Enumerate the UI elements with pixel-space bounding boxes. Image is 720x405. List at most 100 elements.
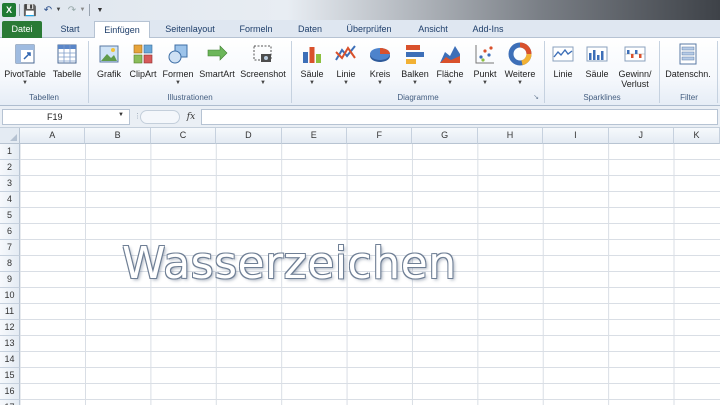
weitere-label: Weitere <box>504 69 536 79</box>
row-header[interactable]: 17 <box>0 400 20 405</box>
column-header[interactable]: B <box>85 128 151 144</box>
redo-dropdown-icon[interactable]: ▼ <box>79 2 86 18</box>
chevron-down-icon: ▼ <box>22 80 28 86</box>
weitere-chart-button[interactable]: Weitere ▼ <box>502 40 538 92</box>
saeule-chart-button[interactable]: Säule ▼ <box>294 40 330 92</box>
grip-icon[interactable]: ⋮ <box>134 111 141 123</box>
ribbon: PivotTable ▼ Tabelle Tabellen Grafik Cli… <box>0 38 720 106</box>
smartart-button[interactable]: SmartArt <box>196 40 238 92</box>
row-header[interactable]: 13 <box>0 336 20 352</box>
chevron-down-icon: ▼ <box>447 80 453 86</box>
tab-ueberpruefen[interactable]: Überprüfen <box>338 21 400 38</box>
balken-label: Balken <box>401 69 429 79</box>
row-header[interactable]: 12 <box>0 320 20 336</box>
customize-quick-access-icon[interactable]: ▼ <box>96 2 104 18</box>
tab-datei[interactable]: Datei <box>2 21 42 38</box>
column-header[interactable]: G <box>412 128 478 144</box>
column-header[interactable]: D <box>216 128 282 144</box>
column-header[interactable]: F <box>347 128 413 144</box>
row-header[interactable]: 10 <box>0 288 20 304</box>
tabelle-button[interactable]: Tabelle <box>48 40 86 92</box>
chevron-down-icon: ▼ <box>175 80 181 86</box>
sparkline-gewinn-label: Gewinn/ <box>618 69 652 79</box>
row-header[interactable]: 1 <box>0 144 20 160</box>
group-separator <box>88 41 89 103</box>
column-header[interactable]: H <box>477 128 544 144</box>
row-header[interactable]: 3 <box>0 176 20 192</box>
row-header[interactable]: 11 <box>0 304 20 320</box>
balken-chart-button[interactable]: Balken ▼ <box>398 40 432 92</box>
punkt-chart-button[interactable]: Punkt ▼ <box>468 40 502 92</box>
chevron-down-icon: ▼ <box>309 80 315 86</box>
datenschnitt-button[interactable]: Datenschn. <box>662 40 714 92</box>
flaeche-chart-button[interactable]: Fläche ▼ <box>432 40 468 92</box>
tab-seitenlayout[interactable]: Seitenlayout <box>158 21 222 38</box>
chevron-down-icon: ▼ <box>343 80 349 86</box>
excel-logo-icon[interactable]: X <box>2 3 16 17</box>
group-filter-label: Filter <box>680 93 698 102</box>
pivottable-button[interactable]: PivotTable ▼ <box>2 40 48 92</box>
column-header[interactable]: I <box>543 128 609 144</box>
row-header[interactable]: 16 <box>0 384 20 400</box>
kreis-chart-button[interactable]: Kreis ▼ <box>362 40 398 92</box>
row-header[interactable]: 2 <box>0 160 20 176</box>
row-header[interactable]: 6 <box>0 224 20 240</box>
bar-chart-icon <box>406 45 424 64</box>
column-header[interactable]: A <box>20 128 86 144</box>
name-box[interactable]: F19 <box>2 109 130 125</box>
sparkline-gewinn-verlust-button[interactable]: Gewinn/ Verlust <box>614 40 656 92</box>
undo-icon[interactable]: ↶ <box>42 2 54 18</box>
tab-start[interactable]: Start <box>50 21 90 38</box>
sparkline-saeule-button[interactable]: Säule <box>580 40 614 92</box>
sparkline-column-icon <box>586 46 608 62</box>
chevron-down-icon: ▼ <box>377 80 383 86</box>
row-header[interactable]: 8 <box>0 256 20 272</box>
screenshot-icon <box>253 45 272 62</box>
chevron-down-icon: ▼ <box>517 80 523 86</box>
clipart-label: ClipArt <box>129 69 157 79</box>
redo-icon[interactable]: ↷ <box>66 2 78 18</box>
tab-ansicht[interactable]: Ansicht <box>410 21 456 38</box>
column-header[interactable]: J <box>608 128 674 144</box>
tab-formeln[interactable]: Formeln <box>232 21 280 38</box>
group-diagramme-label: Diagramme <box>397 93 439 102</box>
watermark-text: Wasserzeichen <box>122 238 457 289</box>
doughnut-chart-icon <box>508 42 532 66</box>
formen-button[interactable]: Formen ▼ <box>160 40 196 92</box>
column-header[interactable]: K <box>674 128 720 144</box>
formula-input[interactable] <box>201 109 718 125</box>
saeule-label: Säule <box>300 69 324 79</box>
tabelle-label: Tabelle <box>52 69 82 79</box>
punkt-label: Punkt <box>473 69 497 79</box>
row-header[interactable]: 7 <box>0 240 20 256</box>
save-icon[interactable]: 💾 <box>23 2 37 18</box>
row-header[interactable]: 9 <box>0 272 20 288</box>
row-header[interactable]: 15 <box>0 368 20 384</box>
undo-dropdown-icon[interactable]: ▼ <box>55 2 62 18</box>
tab-daten[interactable]: Daten <box>290 21 330 38</box>
group-separator <box>544 41 545 103</box>
column-header[interactable]: E <box>281 128 347 144</box>
name-box-dropdown-icon[interactable]: ▼ <box>118 112 124 118</box>
sparkline-winloss-icon <box>624 46 646 62</box>
tab-add-ins[interactable]: Add-Ins <box>466 21 510 38</box>
column-header[interactable]: C <box>150 128 217 144</box>
row-header[interactable]: 14 <box>0 352 20 368</box>
linie-chart-button[interactable]: Linie ▼ <box>330 40 362 92</box>
screenshot-button[interactable]: Screenshot ▼ <box>238 40 288 92</box>
tab-einfuegen[interactable]: Einfügen <box>94 21 150 39</box>
group-tabellen-label: Tabellen <box>29 93 59 102</box>
ribbon-tab-row: Datei Start Einfügen Seitenlayout Formel… <box>0 20 720 39</box>
clipart-button[interactable]: ClipArt <box>126 40 160 92</box>
select-all-button[interactable] <box>0 128 20 144</box>
smartart-icon <box>207 45 228 61</box>
formula-bar: F19 ▼ ⋮ fx <box>0 106 720 128</box>
dialog-launcher-icon[interactable]: ↘ <box>532 94 540 102</box>
row-header[interactable]: 4 <box>0 192 20 208</box>
formen-label: Formen <box>162 69 194 79</box>
grafik-button[interactable]: Grafik <box>92 40 126 92</box>
insert-function-button[interactable]: fx <box>184 110 198 124</box>
row-header[interactable]: 5 <box>0 208 20 224</box>
separator <box>89 4 90 16</box>
sparkline-linie-button[interactable]: Linie <box>546 40 580 92</box>
